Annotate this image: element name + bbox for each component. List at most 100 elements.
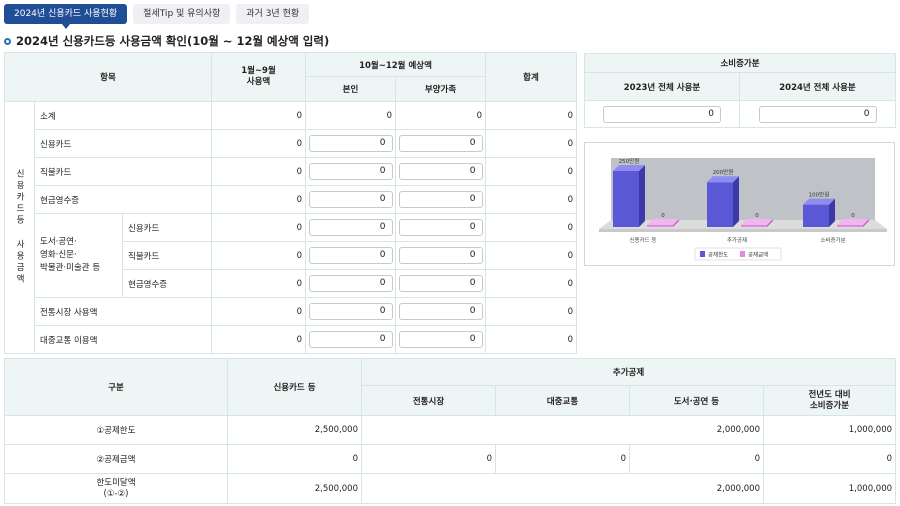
row-label: 직불카드 [122, 241, 212, 270]
additional-limit-value: 2,000,000 [361, 415, 764, 445]
row-label: 한도미달액 (①-②) [4, 473, 228, 504]
credit-value: 2,500,000 [227, 473, 362, 504]
sub-group-label: 도서·공연· 영화·신문· 박물관·미술관 등 [34, 213, 123, 298]
header-2024: 2024년 전체 사용분 [738, 72, 897, 101]
dependent-input[interactable]: 0 [398, 191, 483, 208]
table-row: 신용카드 0 0 0 0 [5, 129, 577, 158]
row-label: 전통시장 사용액 [34, 297, 212, 326]
bullet-circle-icon [4, 37, 11, 45]
total-value: 0 [485, 241, 577, 270]
table-row: 신용카드등 사용금액 소계 0 0 0 0 [4, 101, 577, 354]
header-oct-dec: 10월~12월 예상액 [305, 52, 486, 77]
dependent-input[interactable]: 0 [398, 303, 483, 320]
dependent-input[interactable]: 0 [398, 275, 483, 292]
tab-2024-usage[interactable]: 2024년 신용카드 사용현황 [4, 4, 128, 29]
header-item: 항목 [4, 52, 212, 102]
row-label: ①공제한도 [4, 415, 228, 445]
category-tick-label: 소비증가분 [820, 236, 845, 244]
dependent-input[interactable]: 0 [398, 135, 483, 152]
bar-side [733, 176, 739, 227]
bar-data-label: 200만원 [713, 168, 734, 176]
total-value: 0 [485, 185, 577, 214]
header-credit-card: 신용카드 등 [227, 358, 362, 416]
total-value: 0 [485, 297, 577, 326]
legend-swatch [740, 251, 745, 257]
jan-sep-value: 0 [211, 101, 306, 130]
usage-2024-input[interactable]: 0 [758, 105, 877, 123]
tab-bar: 2024년 신용카드 사용현황 절세Tip 및 유의사항 과거 3년 현황 [4, 4, 310, 29]
total-value: 0 [485, 101, 577, 130]
increase-table: 소비증가분 2023년 전체 사용분 2024년 전체 사용분 0 0 [583, 53, 897, 128]
dependent-input[interactable]: 0 [398, 247, 483, 264]
header-jan-sep: 1월~9월 사용액 [211, 52, 306, 102]
bar-amount [837, 225, 863, 227]
table-row: 도서·공연· 영화·신문· 박물관·미술관 등 신용카드 0 0 0 0 [5, 213, 577, 298]
increase-title: 소비증가분 [583, 53, 897, 73]
self-value: 0 [305, 101, 396, 130]
header-transit: 대중교통 [495, 385, 630, 416]
category-tick-label: 추가공제 [727, 236, 747, 244]
dependent-input[interactable]: 0 [398, 163, 483, 180]
deduction-chart: 250만원 0 200만원 0 100만원 0 신용카드 등 추가공제 소비증가분 공제한도 공… [584, 142, 895, 266]
prev-year-value: 0 [762, 444, 897, 474]
legend-entry: 공제금액 [748, 251, 768, 259]
additional-remaining-value: 2,000,000 [361, 473, 764, 504]
jan-sep-value: 0 [211, 129, 306, 158]
transit-value: 0 [495, 444, 630, 474]
row-label: 신용카드 [122, 213, 212, 242]
chart-svg: 250만원 0 200만원 0 100만원 0 신용카드 등 추가공제 소비증가분 공제한도 공… [599, 157, 887, 261]
header-dependent: 부양가족 [395, 76, 486, 102]
header-market: 전통시장 [361, 385, 496, 416]
group-label-cell: 신용카드등 사용금액 [4, 101, 35, 354]
bar-amount [741, 225, 767, 227]
total-value: 0 [485, 213, 577, 242]
row-label: 직불카드 [34, 157, 212, 186]
self-input[interactable]: 0 [308, 191, 393, 208]
self-input[interactable]: 0 [308, 275, 393, 292]
dependent-input[interactable]: 0 [398, 331, 483, 348]
bar-data-label: 250만원 [619, 157, 640, 165]
jan-sep-value: 0 [211, 325, 306, 354]
chart-back-wall [611, 158, 875, 220]
prev-year-value: 1,000,000 [762, 473, 897, 504]
jan-sep-value: 0 [211, 269, 306, 298]
self-input[interactable]: 0 [308, 247, 393, 264]
jan-sep-value: 0 [211, 213, 306, 242]
section-title: 2024년 신용카드등 사용금액 확인(10월 ~ 12월 예상액 입력) [4, 33, 329, 49]
legend-entry: 공제한도 [708, 251, 728, 259]
credit-value: 0 [227, 444, 362, 474]
row-label: 현금영수증 [122, 269, 212, 298]
bar-amount [647, 225, 673, 227]
table-row: ①공제한도 2,500,000 2,000,000 1,000,000 [4, 415, 897, 445]
usage-2023-input[interactable]: 0 [603, 105, 721, 123]
bar-side [639, 165, 645, 227]
bar-data-label: 0 [755, 213, 759, 219]
tab-tax-tips[interactable]: 절세Tip 및 유의사항 [133, 4, 231, 24]
dependent-value: 0 [395, 101, 486, 130]
chart-floor-edge [599, 229, 887, 232]
self-input[interactable]: 0 [308, 219, 393, 236]
row-label: 대중교통 이용액 [34, 325, 212, 354]
jan-sep-value: 0 [211, 157, 306, 186]
category-tick-label: 신용카드 등 [629, 236, 656, 244]
jan-sep-value: 0 [211, 241, 306, 270]
jan-sep-value: 0 [211, 297, 306, 326]
table-row: 현금영수증 0 0 0 0 [5, 185, 577, 214]
header-additional: 추가공제 [360, 358, 897, 386]
table-row: 대중교통 이용액 0 0 0 0 [5, 325, 577, 354]
dependent-input[interactable]: 0 [398, 219, 483, 236]
self-input[interactable]: 0 [308, 135, 393, 152]
header-books: 도서·공연 등 [629, 385, 764, 416]
self-input[interactable]: 0 [308, 303, 393, 320]
row-label: 신용카드 [34, 129, 212, 158]
market-value: 0 [361, 444, 496, 474]
self-input[interactable]: 0 [308, 331, 393, 348]
bar-data-label: 0 [661, 213, 665, 219]
bar-limit [803, 204, 829, 227]
credit-value: 2,500,000 [227, 415, 362, 445]
bar-data-label: 100만원 [809, 191, 830, 199]
tab-past-3-years[interactable]: 과거 3년 현황 [236, 4, 310, 24]
books-value: 0 [629, 444, 764, 474]
self-input[interactable]: 0 [308, 163, 393, 180]
deduction-table: 구분 신용카드 등 추가공제 전통시장 대중교통 도서·공연 등 전년도 대비 … [4, 358, 897, 504]
